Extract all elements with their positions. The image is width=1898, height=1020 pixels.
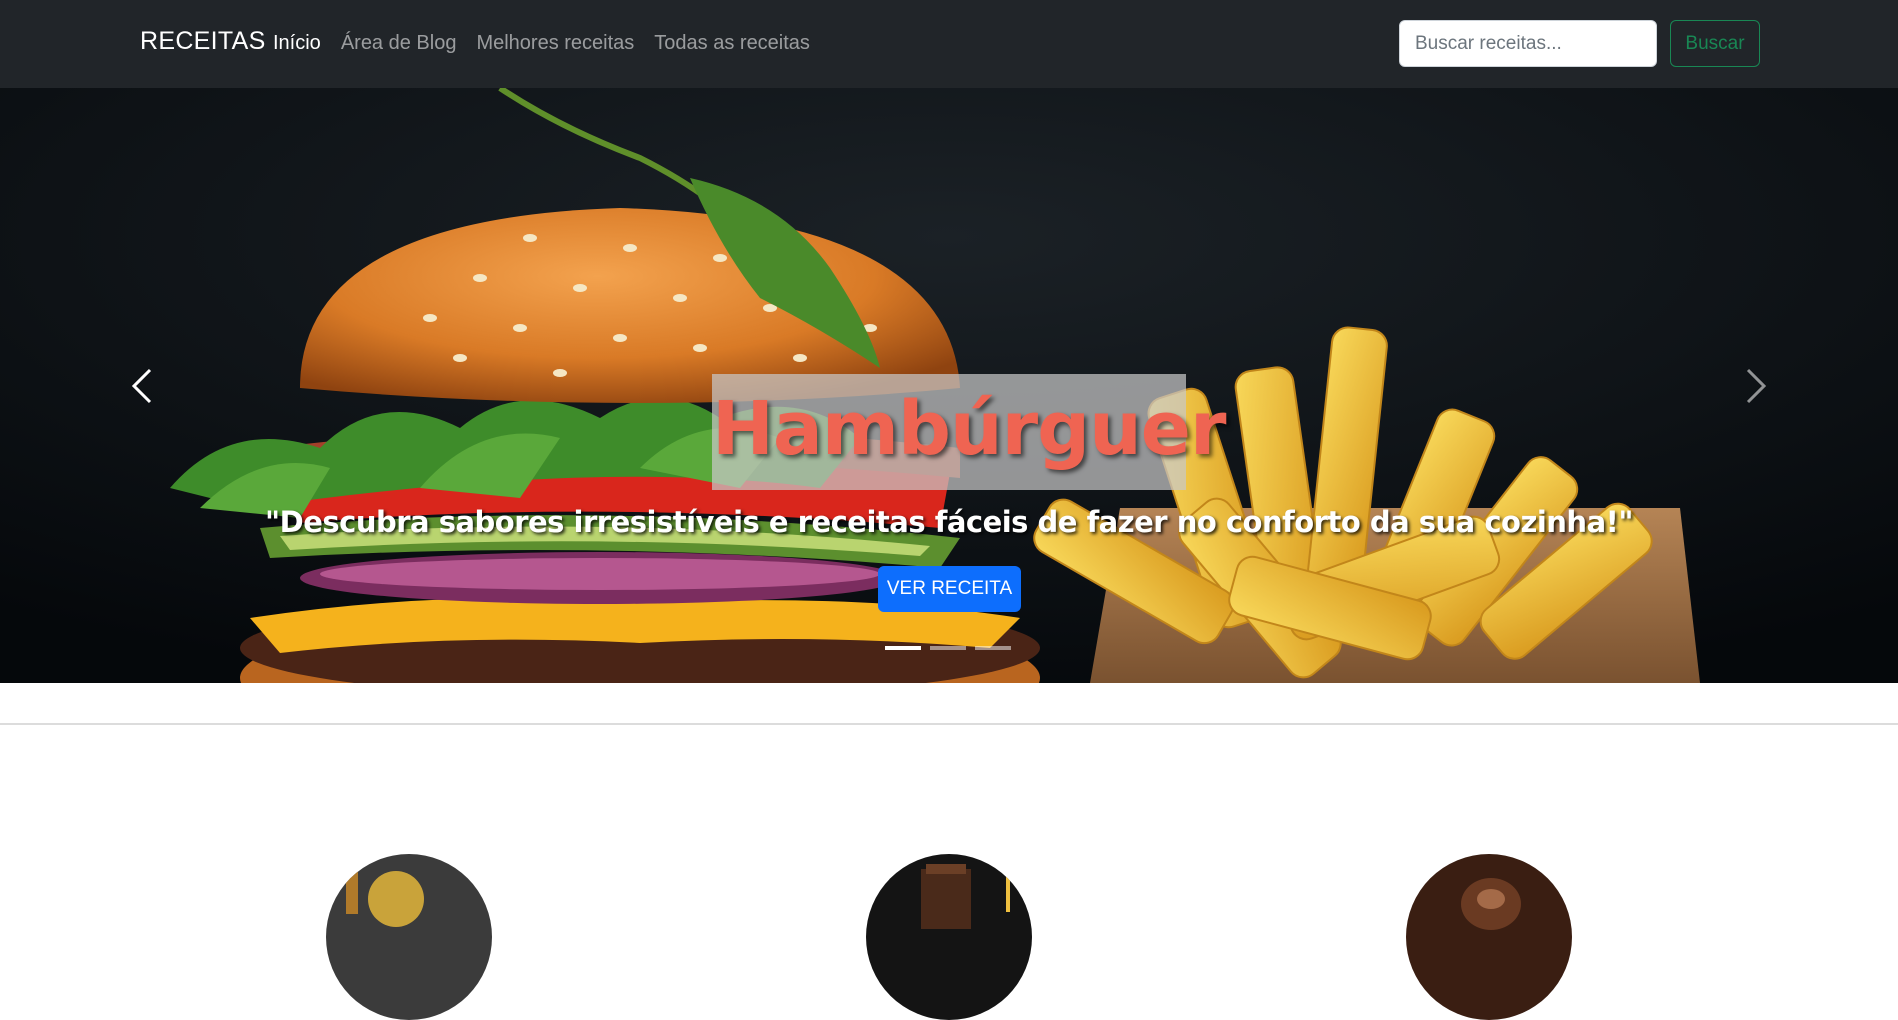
nav-link-melhores-receitas[interactable]: Melhores receitas — [476, 32, 634, 55]
recipe-thumbnail-1 — [326, 854, 492, 1020]
search-button[interactable]: Buscar — [1670, 20, 1760, 67]
carousel-indicators — [885, 646, 1011, 650]
carousel-subtitle: "Descubra sabores irresistíveis e receit… — [265, 505, 1633, 539]
chevron-right-icon — [1746, 368, 1767, 403]
section-divider — [0, 723, 1898, 725]
featured-recipe-image-1[interactable] — [326, 854, 492, 1020]
chevron-left-icon — [131, 368, 152, 403]
nav-link-todas-receitas[interactable]: Todas as receitas — [654, 32, 810, 55]
recipe-thumbnail-3 — [1406, 854, 1572, 1020]
featured-recipe-image-3[interactable] — [1406, 854, 1572, 1020]
nav-link-blog[interactable]: Área de Blog — [341, 32, 457, 55]
brand-logo[interactable]: RECEITAS — [140, 27, 266, 56]
navbar: RECEITAS Início Área de Blog Melhores re… — [0, 0, 1898, 88]
carousel-indicator-3[interactable] — [975, 646, 1011, 650]
carousel-indicator-1[interactable] — [885, 646, 921, 650]
featured-recipe-image-2[interactable] — [866, 854, 1032, 1020]
carousel-title: Hambúrguer — [712, 386, 1226, 472]
hero-carousel: Hambúrguer "Descubra sabores irresistíve… — [0, 88, 1898, 683]
carousel-prev-button[interactable] — [0, 88, 284, 683]
nav-link-inicio[interactable]: Início — [273, 32, 321, 55]
view-recipe-button[interactable]: VER RECEITA — [878, 566, 1021, 612]
recipe-thumbnail-2 — [866, 854, 1032, 1020]
nav-links: Início Área de Blog Melhores receitas To… — [273, 32, 810, 55]
carousel-next-button[interactable] — [1614, 88, 1898, 683]
carousel-indicator-2[interactable] — [930, 646, 966, 650]
search-input[interactable] — [1399, 20, 1657, 67]
